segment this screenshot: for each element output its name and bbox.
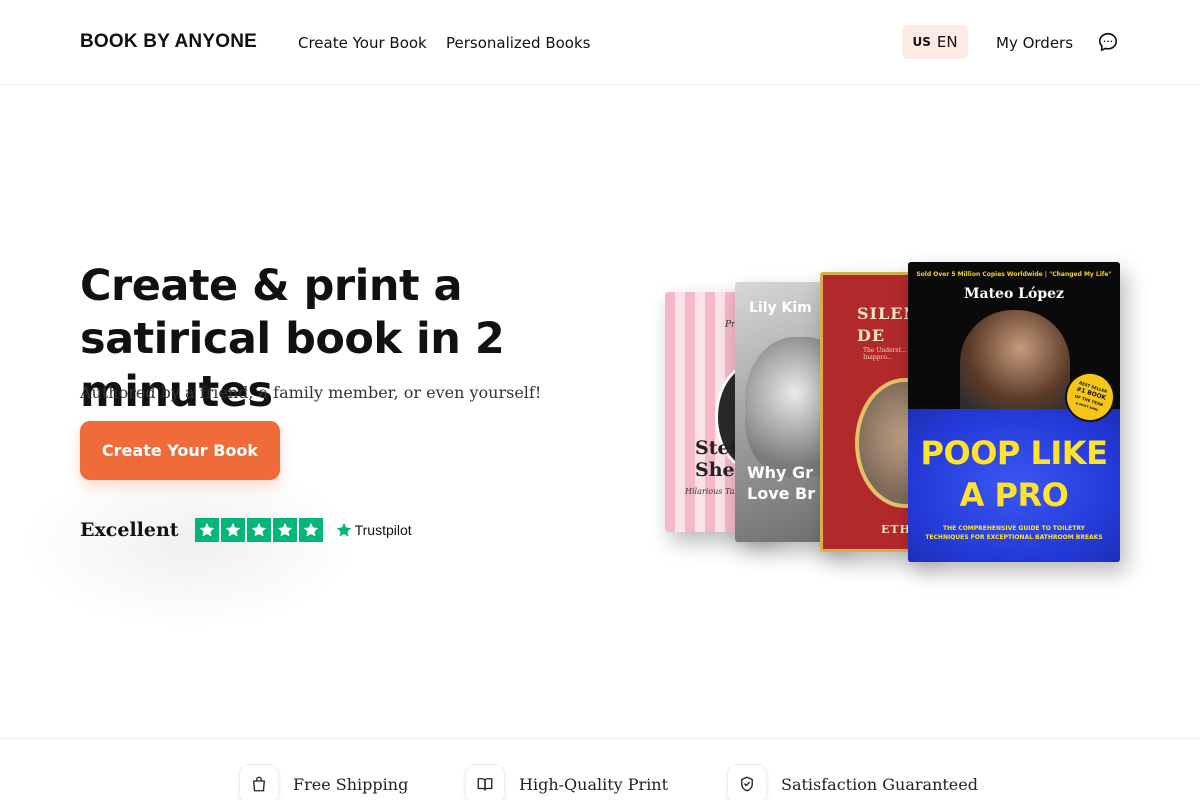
nav-personalized-books[interactable]: Personalized Books <box>446 34 590 52</box>
feature-label: Satisfaction Guaranteed <box>781 774 978 794</box>
book-cover-featured: Sold Over 5 Million Copies Worldwide | "… <box>908 262 1120 562</box>
hero-shadow-blob <box>20 460 360 630</box>
open-book-icon <box>465 764 505 800</box>
trustpilot-rating[interactable]: Excellent Trustpilot <box>80 518 412 542</box>
trustpilot-label: Trustpilot <box>354 522 412 538</box>
language-code: EN <box>936 33 958 51</box>
hero-subtitle: Authored by a friend, a family member, o… <box>80 383 542 402</box>
site-logo[interactable]: BOOK BY ANYONE <box>80 31 257 53</box>
book-author: Mateo López <box>964 286 1064 302</box>
book-subtitle: Hilarious Tale <box>685 487 742 496</box>
book-author: ETH <box>881 523 911 536</box>
feature-strip: Free Shipping High-Quality Print Satisfa… <box>0 738 1200 800</box>
trustpilot-star-icon <box>336 522 351 537</box>
feature-free-shipping: Free Shipping <box>239 764 408 800</box>
shopping-bag-icon <box>239 764 279 800</box>
create-your-book-button[interactable]: Create Your Book <box>80 421 280 480</box>
star-icon <box>246 518 271 542</box>
book-tagline: THE COMPREHENSIVE GUIDE TO TOILETRY TECH… <box>925 525 1103 541</box>
star-icon <box>272 518 297 542</box>
star-icon <box>194 518 219 542</box>
shield-check-icon <box>727 764 767 800</box>
book-author: Lily Kim <box>749 300 812 316</box>
my-orders-link[interactable]: My Orders <box>996 34 1073 52</box>
book-title: POOP LIKE A PRO <box>920 434 1108 514</box>
feature-label: High-Quality Print <box>519 774 669 794</box>
book-author-photo <box>960 310 1070 420</box>
feature-label: Free Shipping <box>293 774 409 794</box>
feature-satisfaction-guaranteed: Satisfaction Guaranteed <box>727 764 978 800</box>
rating-word: Excellent <box>80 519 179 541</box>
nav-create-your-book[interactable]: Create Your Book <box>298 34 427 52</box>
language-selector[interactable]: US EN <box>902 25 968 59</box>
chat-bubble-icon[interactable] <box>1097 31 1119 53</box>
feature-high-quality-print: High-Quality Print <box>465 764 668 800</box>
us-flag-icon: US <box>912 35 931 49</box>
book-banner: Sold Over 5 Million Copies Worldwide | "… <box>916 271 1112 278</box>
trustpilot-logo[interactable]: Trustpilot <box>335 521 412 539</box>
rating-stars <box>194 518 323 542</box>
site-header: BOOK BY ANYONE Create Your Book Personal… <box>0 0 1200 85</box>
star-icon <box>298 518 323 542</box>
star-icon <box>220 518 245 542</box>
book-showcase: Pr... Stetl Shen Hilarious Tale Lily Kim… <box>650 250 1150 590</box>
